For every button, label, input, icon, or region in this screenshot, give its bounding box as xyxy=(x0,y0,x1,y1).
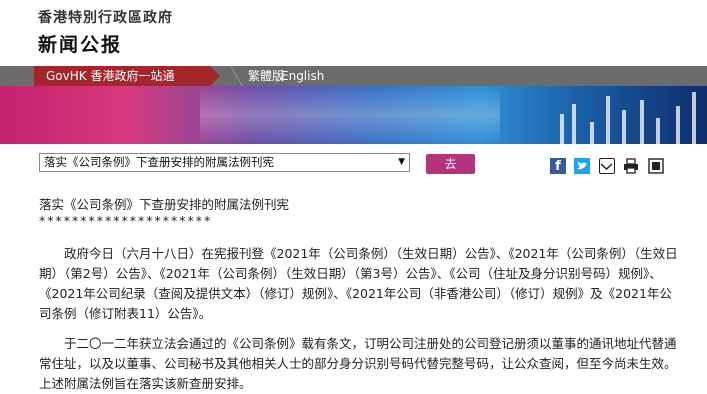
share-icon[interactable] xyxy=(648,158,664,174)
banner-stripe xyxy=(560,114,564,144)
site-header: 香港特別行政區政府 新闻公报 xyxy=(0,0,707,66)
facebook-icon[interactable]: f xyxy=(550,158,566,174)
banner-stripe xyxy=(640,100,644,144)
decorative-banner xyxy=(0,86,707,144)
twitter-icon[interactable] xyxy=(574,158,590,174)
govhk-link[interactable]: GovHK 香港政府一站通 xyxy=(34,66,220,86)
banner-glow xyxy=(200,86,500,144)
banner-stripe xyxy=(656,118,660,144)
banner-stripe xyxy=(692,92,696,144)
star-divider: ********************* xyxy=(39,213,213,228)
print-icon[interactable] xyxy=(623,158,639,174)
press-release-select[interactable]: 落实《公司条例》下查册安排的附属法例刊宪 ▼ xyxy=(39,153,410,172)
banner-stripe xyxy=(590,122,594,144)
banner-stripe xyxy=(622,110,626,144)
chevron-down-icon: ▼ xyxy=(398,157,405,167)
mail-icon[interactable] xyxy=(599,158,615,174)
article-paragraph: 政府今日（六月十八日）在宪报刊登《2021年（公司条例）（生效日期）公告》、《2… xyxy=(39,246,678,321)
banner-stripe xyxy=(572,104,576,144)
go-button[interactable]: 去 xyxy=(426,154,475,174)
english-link[interactable]: English xyxy=(281,66,324,86)
article-paragraph: 于二〇一二年获立法会通过的《公司条例》载有条文，订明公司注册处的公司登记册须以董… xyxy=(39,336,677,391)
select-value: 落实《公司条例》下查册安排的附属法例刊宪 xyxy=(44,155,274,169)
banner-stripe xyxy=(606,96,610,144)
page-title[interactable]: 新闻公报 xyxy=(38,30,122,57)
gov-name: 香港特別行政區政府 xyxy=(38,10,173,26)
banner-stripe xyxy=(676,106,680,144)
